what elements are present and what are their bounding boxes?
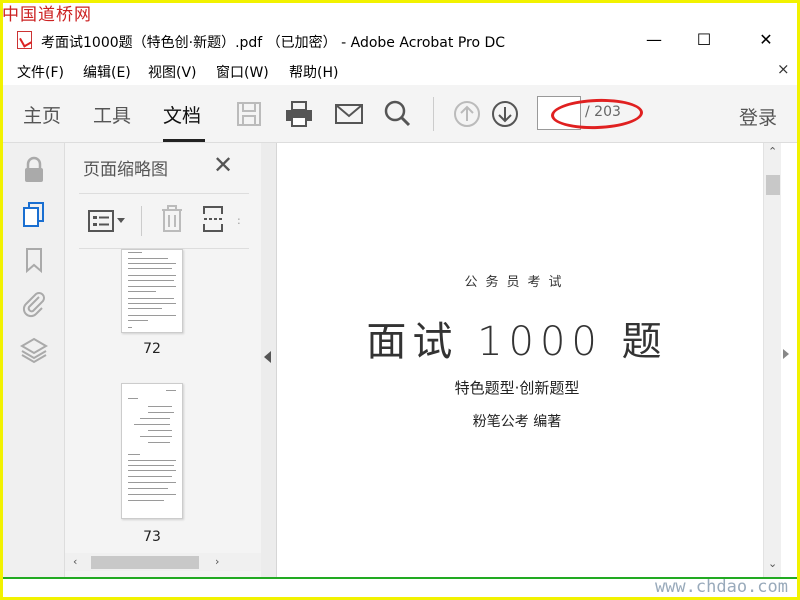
doc-scroll-up-arrow-icon[interactable]: ⌃ bbox=[768, 145, 777, 158]
extract-pages-icon[interactable] bbox=[201, 204, 227, 234]
thumbnail-options-icon[interactable] bbox=[87, 208, 127, 234]
lock-icon[interactable] bbox=[19, 155, 49, 185]
document-scroll-rail: ⌃ ⌄ bbox=[757, 143, 787, 577]
close-window-button[interactable]: ✕ bbox=[743, 25, 789, 55]
title-bar: 考面试1000题（特色创·新题）.pdf （已加密） - Adobe Acrob… bbox=[3, 25, 797, 55]
email-icon[interactable] bbox=[333, 98, 365, 130]
menu-edit[interactable]: 编辑(E) bbox=[83, 62, 131, 82]
thumbnails-toolbar: : bbox=[79, 193, 249, 249]
scroll-right-arrow-icon[interactable]: › bbox=[215, 555, 219, 568]
panel-collapse-strip[interactable] bbox=[261, 143, 277, 577]
save-icon[interactable] bbox=[233, 98, 265, 130]
search-icon[interactable] bbox=[381, 98, 413, 130]
menu-help[interactable]: 帮助(H) bbox=[289, 62, 338, 82]
tab-document[interactable]: 文档 bbox=[163, 101, 201, 128]
watermark-top-text: 中国道桥网 bbox=[2, 5, 92, 25]
thumbnail-label-73: 73 bbox=[143, 529, 161, 545]
window-title: 考面试1000题（特色创·新题）.pdf （已加密） - Adobe Acrob… bbox=[41, 35, 506, 51]
pdf-file-icon bbox=[17, 31, 32, 49]
left-nav-rail bbox=[3, 143, 65, 577]
thumbnails-hscroll-thumb[interactable] bbox=[91, 556, 199, 569]
acrobat-window: 考面试1000题（特色创·新题）.pdf （已加密） - Adobe Acrob… bbox=[3, 3, 797, 597]
thumbnails-close-button[interactable]: ✕ bbox=[213, 151, 233, 179]
page-thumbnails-panel: 页面缩略图 ✕ : 72 73 ‹ › bbox=[65, 143, 315, 577]
tab-tools[interactable]: 工具 bbox=[93, 101, 131, 128]
thumbnail-page-72[interactable] bbox=[121, 249, 183, 333]
document-vertical-scrollbar[interactable]: ⌃ ⌄ bbox=[763, 143, 781, 577]
document-page: 公务员考试 面试 1000 题 特色题型·创新题型 粉笔公考 编著 bbox=[277, 143, 757, 577]
document-author: 粉笔公考 编著 bbox=[472, 414, 562, 430]
scroll-left-arrow-icon[interactable]: ‹ bbox=[73, 555, 77, 568]
minimize-button[interactable]: — bbox=[631, 25, 677, 55]
bookmark-icon[interactable] bbox=[19, 245, 49, 275]
document-scroll-thumb[interactable] bbox=[766, 175, 780, 195]
watermark-bottom-text: www.chdao.com bbox=[654, 577, 788, 597]
pages-icon[interactable] bbox=[19, 199, 49, 229]
menu-close-icon[interactable]: × bbox=[777, 60, 790, 78]
print-icon[interactable] bbox=[283, 98, 315, 130]
thumbnail-label-72: 72 bbox=[143, 341, 161, 357]
attachment-icon[interactable] bbox=[19, 289, 49, 319]
document-tagline: 特色题型·创新题型 bbox=[454, 379, 580, 397]
collapse-left-arrow-icon[interactable] bbox=[264, 351, 271, 363]
menu-bar: 文件(F) 编辑(E) 视图(V) 窗口(W) 帮助(H) × bbox=[3, 56, 797, 84]
main-toolbar: 主页 工具 文档 / 203 登录 bbox=[3, 85, 797, 143]
trash-icon[interactable] bbox=[159, 204, 185, 234]
menu-file[interactable]: 文件(F) bbox=[17, 62, 64, 82]
thumbnail-toolbar-separator bbox=[141, 206, 142, 236]
tab-home[interactable]: 主页 bbox=[23, 101, 61, 128]
layers-icon[interactable] bbox=[19, 335, 49, 365]
thumbnails-horizontal-scrollbar[interactable]: ‹ › bbox=[65, 553, 261, 571]
page-down-icon[interactable] bbox=[489, 98, 521, 130]
doc-scroll-down-arrow-icon[interactable]: ⌄ bbox=[768, 557, 777, 570]
maximize-button[interactable]: ☐ bbox=[681, 25, 727, 55]
document-subtitle: 公务员考试 bbox=[464, 275, 570, 290]
toolbar-separator bbox=[433, 97, 434, 131]
right-panel-expand-icon[interactable] bbox=[783, 349, 789, 359]
thumbnail-page-73[interactable] bbox=[121, 383, 183, 519]
page-up-icon[interactable] bbox=[451, 98, 483, 130]
login-button[interactable]: 登录 bbox=[739, 103, 777, 130]
thumbnails-panel-title: 页面缩略图 bbox=[83, 160, 168, 180]
menu-view[interactable]: 视图(V) bbox=[148, 62, 197, 82]
menu-window[interactable]: 窗口(W) bbox=[216, 62, 269, 82]
more-tools-icon[interactable]: : bbox=[237, 214, 243, 228]
active-tab-indicator bbox=[163, 139, 205, 142]
document-title: 面试 1000 题 bbox=[366, 319, 668, 365]
